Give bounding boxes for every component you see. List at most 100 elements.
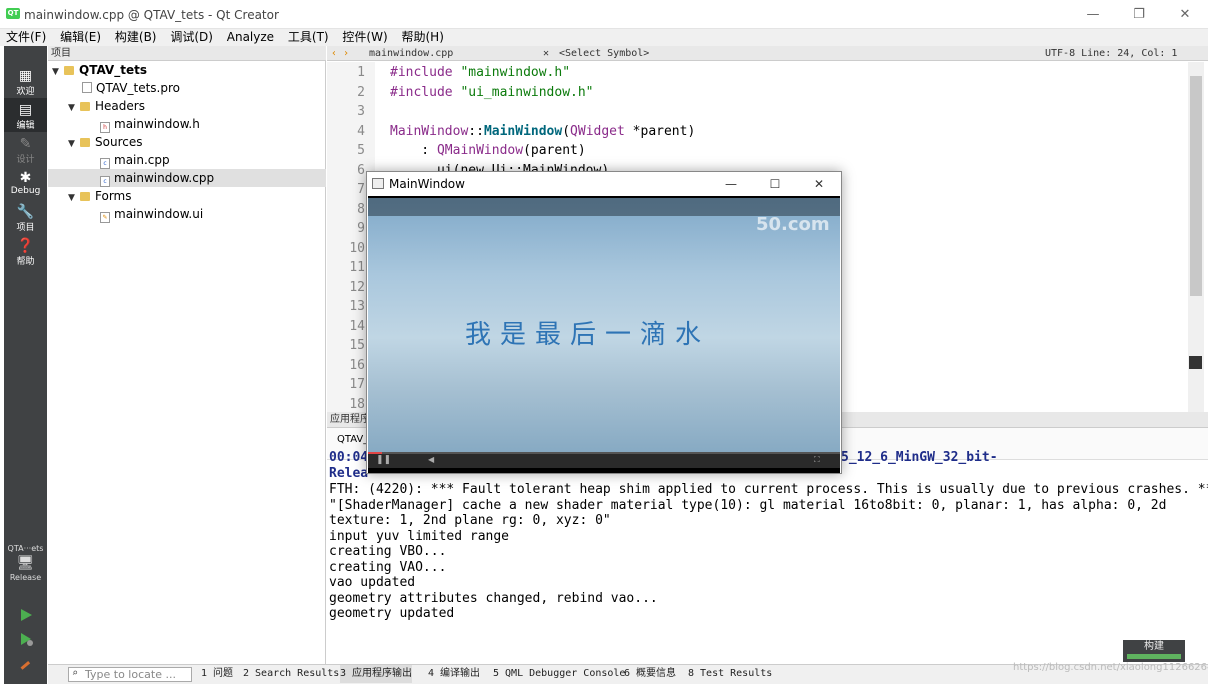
line-number: 7 (357, 182, 365, 197)
window-title: mainwindow.cpp @ QTAV_tets - Qt Creator (24, 8, 279, 22)
code-line-1[interactable]: #include "mainwindow.h" (390, 65, 570, 80)
video-player[interactable]: 50.com 我是最后一滴水 ❚❚ ◀ ⛶ (368, 196, 840, 473)
line-number: 4 (357, 123, 365, 139)
output-line: 00:04 5_12_6_MinGW_32_bit- (329, 450, 998, 465)
close-doc-icon[interactable]: ✕ (543, 46, 549, 61)
app-window-icon (372, 178, 384, 189)
scrollbar-thumb[interactable] (1190, 76, 1202, 296)
kit-project: QTA···ets (7, 544, 44, 553)
tab-app-output[interactable]: 3 应用程序输出 (340, 665, 413, 683)
search-icon: ⌕ (72, 668, 79, 679)
tab-compile-output[interactable]: 4 编译输出 (428, 665, 480, 683)
code-token: "mainwindow.h" (460, 65, 571, 80)
qt-logo-icon: QT (6, 8, 20, 19)
app-minimize-button[interactable]: — (709, 172, 753, 196)
code-line-2[interactable]: #include "ui_mainwindow.h" (390, 85, 594, 100)
menu-edit[interactable]: 编辑(E) (56, 29, 105, 46)
mode-welcome[interactable]: ▦ 欢迎 (4, 64, 47, 98)
mode-design[interactable]: ✎ 设计 (4, 132, 47, 166)
code-token: *parent) (624, 123, 696, 139)
editor-file-tab[interactable]: mainwindow.cpp (369, 46, 453, 61)
menu-bar: 文件(F) 编辑(E) 构建(B) 调试(D) Analyze 工具(T) 控件… (0, 29, 1208, 46)
line-number: 1 (357, 65, 365, 80)
debug-run-icon[interactable] (18, 631, 34, 647)
output-line: creating VAO... (329, 559, 447, 575)
chevron-down-icon: ▼ (68, 139, 75, 149)
line-number: 17 (349, 377, 365, 392)
nav-back-icon[interactable]: ‹ (331, 46, 337, 61)
mode-help[interactable]: ❓ 帮助 (4, 234, 47, 268)
output-line: Relea (329, 466, 369, 481)
pause-icon[interactable]: ❚❚ (376, 452, 391, 468)
output-text: 5_12_6_MinGW_32_bit- (841, 450, 998, 465)
header-file-icon: h (100, 122, 110, 133)
build-progress-button[interactable]: 构建 (1123, 640, 1185, 662)
pro-file-icon (82, 82, 92, 93)
tree-header-file[interactable]: h mainwindow.h (100, 115, 200, 133)
menu-widgets[interactable]: 控件(W) (338, 29, 391, 46)
maximize-button[interactable]: ❐ (1116, 0, 1162, 29)
app-maximize-button[interactable]: ☐ (753, 172, 797, 196)
menu-help[interactable]: 帮助(H) (397, 29, 447, 46)
tree-source-main[interactable]: c main.cpp (100, 151, 170, 169)
line-number: 15 (349, 338, 365, 353)
menu-debug[interactable]: 调试(D) (166, 29, 217, 46)
menu-analyze[interactable]: Analyze (223, 29, 278, 46)
video-progress-bar[interactable] (368, 452, 840, 454)
line-number: 6 (357, 162, 365, 178)
mode-edit-label: 编辑 (16, 121, 35, 131)
tree-source-mainwindow-label: mainwindow.cpp (114, 171, 215, 185)
tree-pro-file[interactable]: QTAV_tets.pro (82, 79, 180, 97)
chevron-down-icon: ▼ (68, 193, 75, 203)
mode-design-label: 设计 (16, 155, 35, 165)
minimize-button[interactable]: — (1070, 0, 1116, 29)
tab-test-results[interactable]: 8 Test Results (688, 665, 772, 683)
tree-sources[interactable]: ▼ Sources (68, 133, 142, 151)
mode-debug[interactable]: ✱ Debug (4, 166, 47, 200)
tree-root[interactable]: ▼ QTAV_tets (52, 61, 147, 79)
folder-icon (80, 138, 90, 147)
tab-issues[interactable]: 1 问题 (201, 665, 233, 683)
nav-forward-icon[interactable]: › (343, 46, 349, 61)
line-number: 2 (357, 84, 365, 100)
run-icon[interactable] (18, 607, 34, 623)
line-number: 16 (349, 357, 365, 373)
monitor-icon: 🖥 (16, 555, 35, 571)
watermark: https://blog.csdn.net/xiaolong1126626497 (1013, 662, 1208, 673)
output-line: creating VBO... (329, 544, 447, 559)
code-line-4[interactable]: MainWindow::MainWindow(QWidget *parent) (390, 124, 695, 139)
tree-headers-label: Headers (95, 99, 145, 113)
mode-projects-label: 项目 (16, 223, 35, 233)
app-close-button[interactable]: ✕ (797, 172, 841, 196)
code-token: MainWindow (390, 123, 469, 139)
code-line-5[interactable]: : QMainWindow(parent) (390, 143, 585, 158)
fullscreen-icon[interactable]: ⛶ (814, 452, 820, 468)
video-progress-fill (368, 452, 383, 454)
symbol-selector[interactable]: <Select Symbol> (559, 46, 649, 61)
tree-headers[interactable]: ▼ Headers (68, 97, 145, 115)
grid-icon: ▦ (18, 68, 33, 84)
menu-file[interactable]: 文件(F) (2, 29, 50, 46)
menu-tools[interactable]: 工具(T) (284, 29, 333, 46)
hammer-icon[interactable] (18, 655, 34, 671)
mode-projects[interactable]: 🔧 项目 (4, 200, 47, 234)
volume-icon[interactable]: ◀ (428, 452, 434, 468)
editor-scrollbar[interactable] (1188, 62, 1204, 412)
tab-search-results[interactable]: 2 Search Results (243, 665, 339, 683)
tab-general-messages[interactable]: 6 概要信息 (624, 665, 676, 683)
code-token: : (390, 143, 437, 158)
close-button[interactable]: ✕ (1162, 0, 1208, 29)
tree-source-mainwindow[interactable]: c mainwindow.cpp (48, 169, 326, 187)
tree-form-file[interactable]: ✎ mainwindow.ui (100, 205, 203, 223)
tab-qml-console[interactable]: 5 QML Debugger Console (493, 665, 625, 683)
project-panel-header: 项目 (48, 46, 326, 61)
mode-edit[interactable]: ▤ 编辑 (4, 98, 47, 132)
kit-selector[interactable]: QTA···ets 🖥 Release (4, 544, 47, 582)
scroll-marker (1189, 356, 1202, 369)
menu-build[interactable]: 构建(B) (111, 29, 161, 46)
locate-input[interactable]: Type to locate ... (68, 667, 192, 682)
tree-forms[interactable]: ▼ Forms (68, 187, 131, 205)
code-token: ( (562, 123, 571, 139)
chevron-down-icon: ▼ (52, 67, 59, 77)
output-text: 00:04 (329, 450, 369, 465)
